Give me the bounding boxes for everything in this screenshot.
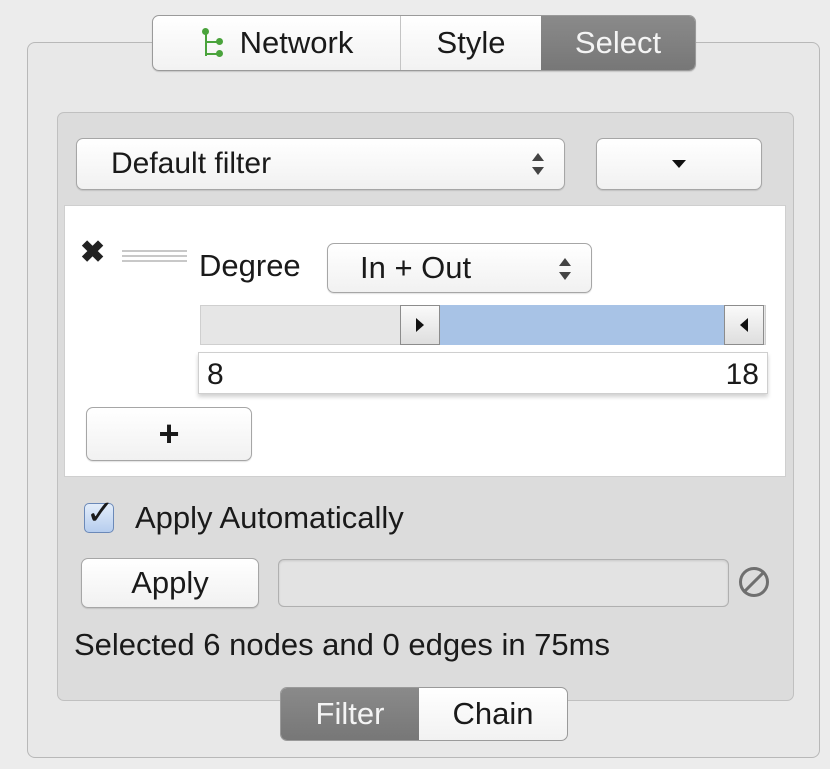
top-tab-bar: Network Style Select	[152, 15, 696, 71]
tab-select-label: Select	[574, 25, 662, 60]
apply-button-label: Apply	[131, 565, 209, 600]
checkmark-icon: ✓	[86, 494, 115, 532]
range-values: 8 18	[198, 352, 768, 394]
tab-filter-label: Filter	[315, 696, 385, 731]
degree-mode-value: In + Out	[360, 250, 472, 285]
triangle-down-icon	[672, 160, 686, 168]
range-low-value[interactable]: 8	[207, 358, 224, 392]
network-tree-icon	[200, 28, 228, 58]
range-low-thumb[interactable]	[400, 305, 440, 345]
filter-menu-button[interactable]	[596, 138, 762, 190]
range-slider-selection	[440, 305, 724, 345]
degree-label: Degree	[199, 248, 301, 283]
range-high-value[interactable]: 18	[726, 358, 759, 392]
range-high-thumb[interactable]	[724, 305, 764, 345]
close-icon[interactable]: ✖	[80, 238, 105, 268]
tab-network[interactable]: Network	[153, 16, 401, 70]
apply-button[interactable]: Apply	[81, 558, 259, 608]
filter-select-value: Default filter	[111, 147, 272, 180]
add-filter-button[interactable]: +	[86, 407, 252, 461]
triangle-right-icon	[416, 318, 424, 332]
status-text: Selected 6 nodes and 0 edges in 75ms	[74, 627, 610, 662]
updown-arrows-icon	[532, 151, 544, 177]
add-filter-label: +	[158, 413, 180, 454]
apply-automatically-checkbox[interactable]: ✓	[84, 496, 115, 533]
degree-mode-select[interactable]: In + Out	[327, 243, 592, 293]
tab-style[interactable]: Style	[401, 16, 541, 70]
tab-chain[interactable]: Chain	[419, 688, 567, 740]
drag-handle-icon[interactable]	[122, 250, 187, 264]
cancel-icon[interactable]	[739, 567, 769, 597]
bottom-tab-bar: Filter Chain	[280, 687, 568, 741]
triangle-left-icon	[740, 318, 748, 332]
apply-automatically-label[interactable]: Apply Automatically	[135, 500, 404, 536]
updown-arrows-icon	[559, 256, 571, 282]
tab-style-label: Style	[436, 25, 506, 60]
tab-chain-label: Chain	[452, 696, 534, 731]
tab-network-label: Network	[239, 25, 354, 60]
progress-bar	[278, 559, 729, 607]
tab-select[interactable]: Select	[541, 16, 695, 70]
filter-select[interactable]: Default filter	[76, 138, 565, 190]
tab-filter[interactable]: Filter	[281, 688, 419, 740]
